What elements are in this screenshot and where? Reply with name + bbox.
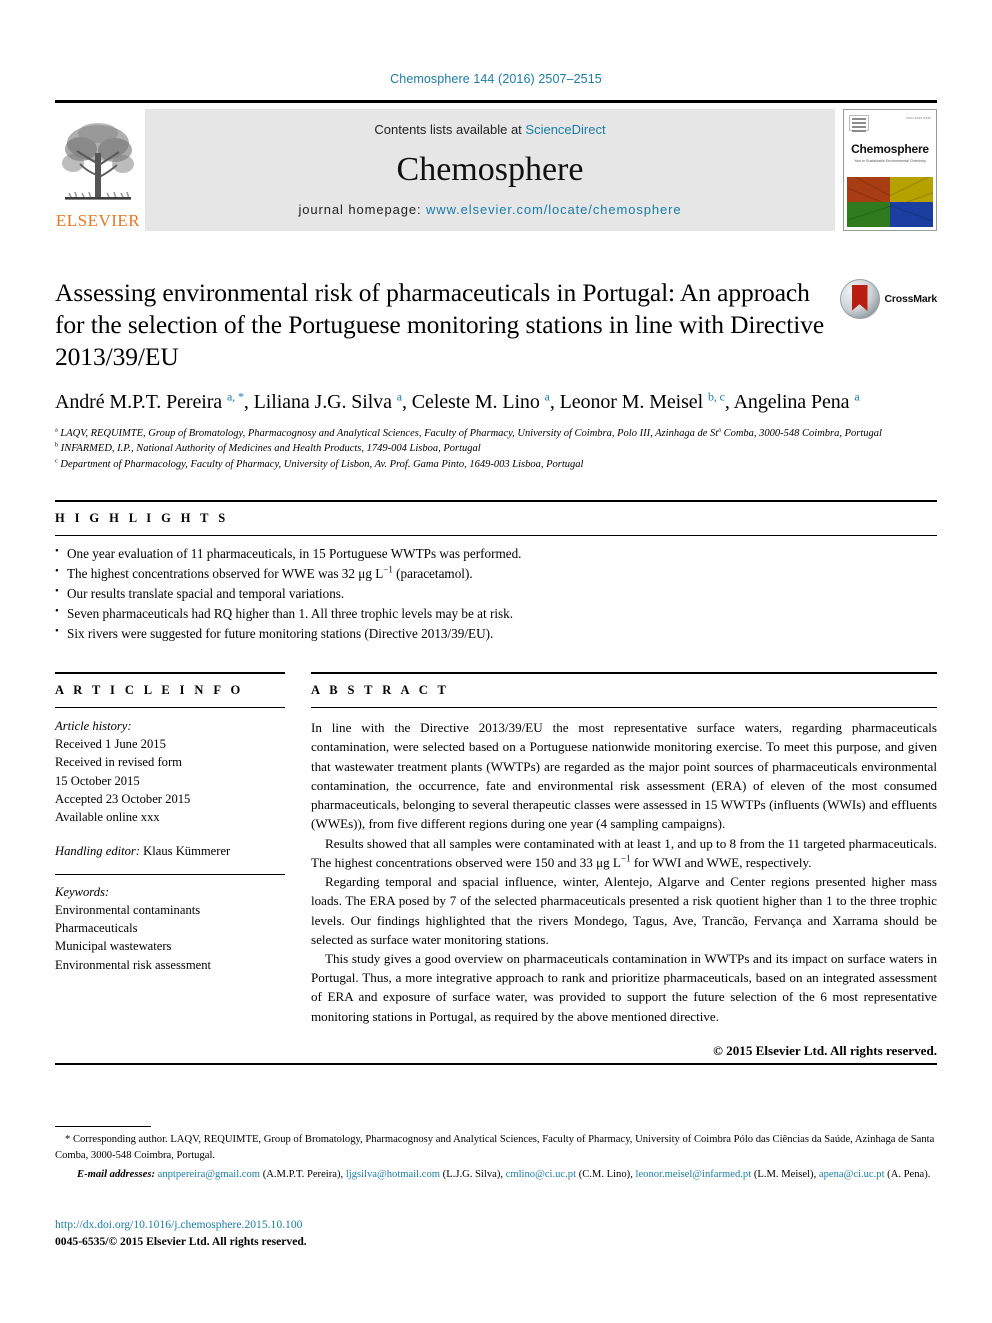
issn-copyright-line: 0045-6535/© 2015 Elsevier Ltd. All right… bbox=[55, 1235, 307, 1249]
abstract-paragraph: In line with the Directive 2013/39/EU th… bbox=[311, 720, 937, 832]
affiliation-list: a LAQV, REQUIMTE, Group of Bromatology, … bbox=[55, 426, 937, 472]
handling-editor-name: Klaus Kümmerer bbox=[143, 843, 231, 858]
handling-editor-label: Handling editor: bbox=[55, 843, 141, 858]
abstract-column: A B S T R A C T In line with the Directi… bbox=[311, 672, 937, 1059]
corresponding-author-note: * Corresponding author. LAQV, REQUIMTE, … bbox=[55, 1134, 935, 1161]
running-head: Chemosphere 144 (2016) 2507–2515 bbox=[390, 72, 602, 86]
history-revised-date: 15 October 2015 bbox=[55, 773, 140, 788]
email-owner: (L.J.G. Silva) bbox=[442, 1168, 501, 1180]
paper-page: Chemosphere 144 (2016) 2507–2515 ELSEVIE… bbox=[0, 0, 992, 1323]
doi-block: http://dx.doi.org/10.1016/j.chemosphere.… bbox=[55, 1216, 307, 1250]
handling-editor-group: Handling editor: Klaus Kümmerer bbox=[55, 842, 285, 860]
email-link[interactable]: anptpereira@gmail.com bbox=[158, 1169, 260, 1180]
article-history-group: Article history: Received 1 June 2015 Re… bbox=[55, 717, 285, 826]
email-addresses-note: E-mail addresses: anptpereira@gmail.com … bbox=[77, 1168, 931, 1180]
crossmark-label: CrossMark bbox=[884, 293, 938, 305]
list-item: Seven pharmaceuticals had RQ higher than… bbox=[55, 603, 937, 624]
masthead-center-panel: Contents lists available at ScienceDirec… bbox=[145, 109, 835, 231]
article-info-heading: A R T I C L E I N F O bbox=[55, 683, 244, 698]
contents-prefix: Contents lists available at bbox=[374, 122, 526, 137]
email-owner: (C.M. Lino) bbox=[578, 1168, 631, 1180]
affiliation-a: a LAQV, REQUIMTE, Group of Bromatology, … bbox=[55, 426, 882, 440]
author-list: André M.P.T. Pereira a, *, Liliana J.G. … bbox=[55, 388, 860, 413]
elsevier-tree-icon bbox=[62, 123, 134, 200]
keyword-item: Environmental contaminants bbox=[55, 903, 201, 918]
elsevier-logo: ELSEVIER bbox=[55, 109, 141, 231]
contents-available-line: Contents lists available at ScienceDirec… bbox=[374, 122, 605, 137]
cover-journal-title: Chemosphere bbox=[851, 142, 929, 157]
title-block: Assessing environmental risk of pharmace… bbox=[55, 277, 937, 373]
email-link[interactable]: leonor.meisel@infarmed.pt bbox=[636, 1169, 752, 1180]
email-link[interactable]: ljgsilva@hotmail.com bbox=[346, 1169, 440, 1180]
highlights-list: One year evaluation of 11 pharmaceutical… bbox=[55, 536, 937, 644]
history-received: Received 1 June 2015 bbox=[55, 737, 166, 752]
list-item: One year evaluation of 11 pharmaceutical… bbox=[55, 543, 937, 564]
info-abstract-row: A R T I C L E I N F O Article history: R… bbox=[55, 672, 937, 1059]
email-addresses-label: E-mail addresses: bbox=[77, 1168, 155, 1180]
email-link[interactable]: cmlino@ci.uc.pt bbox=[506, 1169, 576, 1180]
email-owner: (L.M. Meisel) bbox=[753, 1168, 814, 1180]
crossmark-badge[interactable]: CrossMark bbox=[839, 277, 938, 319]
crossmark-icon bbox=[839, 279, 880, 319]
sciencedirect-link[interactable]: ScienceDirect bbox=[525, 122, 605, 137]
highlights-heading: H I G H L I G H T S bbox=[55, 510, 229, 525]
abstract-heading: A B S T R A C T bbox=[311, 683, 450, 698]
article-info-column: A R T I C L E I N F O Article history: R… bbox=[55, 672, 285, 1059]
email-link[interactable]: apena@ci.uc.pt bbox=[819, 1169, 885, 1180]
abstract-paragraph: This study gives a good overview on phar… bbox=[311, 951, 937, 1024]
abstract-paragraph: Regarding temporal and spacial influence… bbox=[311, 874, 937, 947]
history-accepted: Accepted 23 October 2015 bbox=[55, 791, 191, 806]
footnotes-block: * Corresponding author. LAQV, REQUIMTE, … bbox=[55, 1126, 937, 1183]
journal-masthead: ELSEVIER Contents lists available at Sci… bbox=[55, 100, 937, 231]
page-title: Assessing environmental risk of pharmace… bbox=[55, 278, 825, 371]
list-item: Our results translate spacial and tempor… bbox=[55, 583, 937, 604]
list-item: The highest concentrations observed for … bbox=[55, 563, 937, 584]
email-owner: (A. Pena) bbox=[887, 1168, 928, 1180]
journal-cover-thumbnail: ISSN 0045-6535 Chemosphere Your in Susta… bbox=[843, 109, 937, 231]
list-item: Six rivers were suggested for future mon… bbox=[55, 623, 937, 644]
history-revised-label: Received in revised form bbox=[55, 755, 182, 770]
keyword-item: Pharmaceuticals bbox=[55, 921, 138, 936]
cover-leaf-photo-grid bbox=[847, 176, 933, 227]
keyword-item: Environmental risk assessment bbox=[55, 957, 211, 972]
abstract-paragraph: Results showed that all samples were con… bbox=[311, 835, 937, 870]
footnote-rule bbox=[55, 1126, 151, 1127]
cover-issn: ISSN 0045-6535 bbox=[906, 116, 931, 120]
abstract-body: In line with the Directive 2013/39/EU th… bbox=[311, 708, 937, 1026]
journal-homepage-line: journal homepage: www.elsevier.com/locat… bbox=[299, 202, 682, 217]
keywords-group: Keywords: Environmental contaminants Pha… bbox=[55, 875, 285, 974]
homepage-prefix: journal homepage: bbox=[298, 202, 426, 217]
cover-elsevier-mark-icon bbox=[849, 115, 869, 132]
cover-journal-subtitle: Your in Sustainable Environmental Chemis… bbox=[854, 158, 926, 163]
journal-title: Chemosphere bbox=[396, 150, 584, 188]
journal-homepage-link[interactable]: www.elsevier.com/locate/chemosphere bbox=[426, 202, 682, 217]
keywords-label: Keywords: bbox=[55, 885, 110, 900]
email-owner: (A.M.P.T. Pereira) bbox=[262, 1168, 341, 1180]
footer-divider bbox=[55, 1063, 937, 1065]
elsevier-wordmark: ELSEVIER bbox=[55, 211, 141, 230]
article-history-label: Article history: bbox=[55, 719, 132, 734]
highlights-section: H I G H L I G H T S One year evaluation … bbox=[55, 499, 937, 644]
affiliation-b: b INFARMED, I.P., National Authority of … bbox=[55, 441, 481, 455]
doi-link[interactable]: http://dx.doi.org/10.1016/j.chemosphere.… bbox=[55, 1216, 307, 1233]
affiliation-c: c Department of Pharmacology, Faculty of… bbox=[55, 457, 584, 470]
history-online: Available online xxx bbox=[55, 809, 160, 824]
keyword-item: Municipal wastewaters bbox=[55, 939, 172, 954]
abstract-copyright: © 2015 Elsevier Ltd. All rights reserved… bbox=[713, 1042, 937, 1058]
